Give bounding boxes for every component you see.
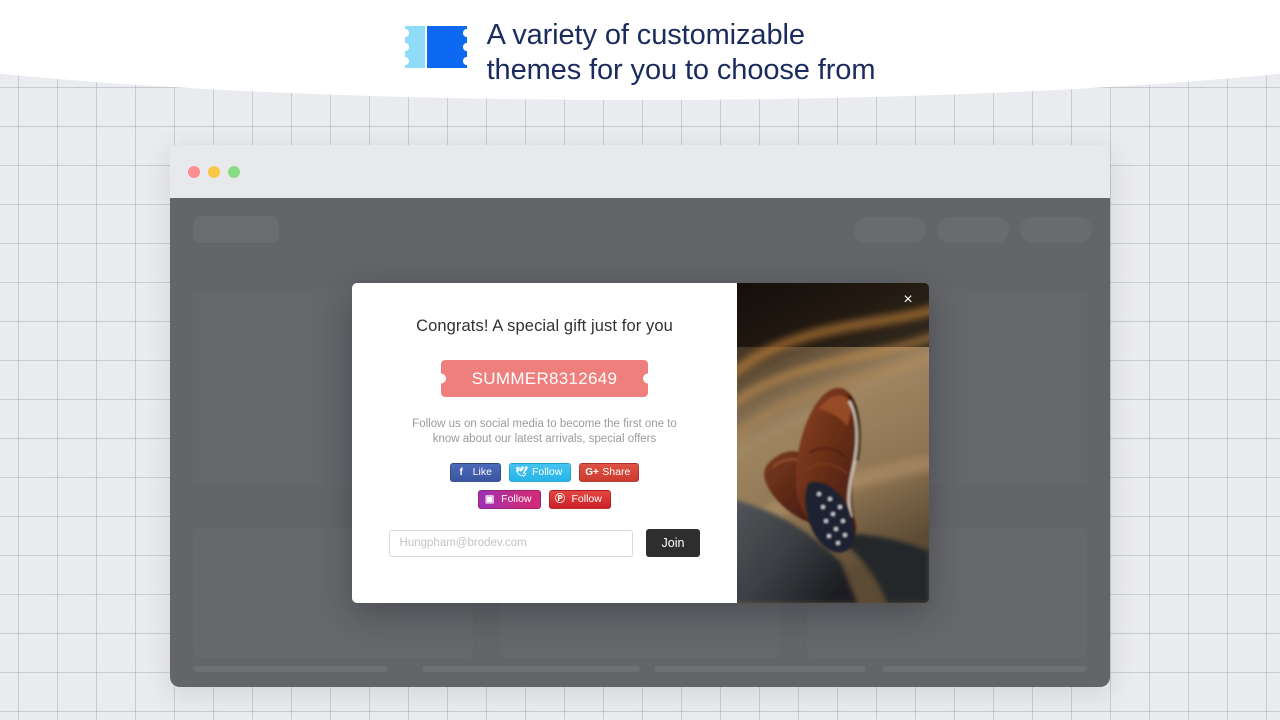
ticket-icon	[404, 26, 467, 68]
page-title-line-1: A variety of customizable	[486, 19, 805, 51]
promo-modal-title: Congrats! A special gift just for you	[416, 317, 673, 335]
googleplus-icon: G+	[585, 466, 599, 478]
ticket-icon-back-shape	[404, 26, 425, 68]
window-minimize-dot[interactable]	[208, 165, 220, 178]
shoes-photo-image	[737, 283, 929, 603]
nav-item-placeholder[interactable]	[854, 217, 926, 243]
headline-section: A variety of customizable themes for you…	[0, 18, 1280, 88]
subscribe-form: Join	[378, 529, 711, 557]
pinterest-follow-label: Follow	[571, 493, 602, 506]
close-icon[interactable]: ×	[897, 289, 919, 311]
email-input[interactable]	[388, 529, 633, 557]
page-title-line-2: themes for you to choose from	[486, 54, 876, 86]
browser-titlebar	[170, 145, 1110, 198]
window-maximize-dot[interactable]	[228, 165, 240, 178]
promo-modal-photo: ×	[737, 283, 929, 603]
twitter-follow-button[interactable]: 🕊 Follow	[508, 463, 572, 482]
twitter-follow-label: Follow	[531, 466, 563, 479]
footer-line-placeholder	[654, 666, 866, 672]
footer-line-placeholder	[422, 666, 640, 672]
page-root: A variety of customizable themes for you…	[0, 0, 1280, 720]
promo-modal: Congrats! A special gift just for you SU…	[352, 283, 929, 603]
social-buttons-row-1: f Like 🕊 Follow G+ Share	[378, 463, 711, 482]
site-logo-placeholder	[193, 216, 279, 243]
instagram-follow-button[interactable]: ▣ Follow	[478, 490, 541, 509]
promo-modal-content: Congrats! A special gift just for you SU…	[352, 283, 737, 603]
googleplus-share-label: Share	[602, 466, 631, 479]
instagram-follow-label: Follow	[501, 493, 532, 506]
pinterest-follow-button[interactable]: Ⓟ Follow	[548, 490, 611, 509]
join-button[interactable]: Join	[645, 529, 701, 557]
facebook-like-label: Like	[472, 466, 492, 479]
footer-line-placeholder	[882, 666, 1087, 672]
googleplus-share-button[interactable]: G+ Share	[579, 463, 640, 482]
instagram-icon: ▣	[484, 493, 495, 505]
coupon-code-text: SUMMER8312649	[471, 368, 618, 388]
page-title: A variety of customizable themes for you…	[487, 18, 876, 88]
pinterest-icon: Ⓟ	[555, 493, 565, 505]
nav-item-placeholder[interactable]	[937, 217, 1009, 243]
promo-modal-subtitle: Follow us on social media to become the …	[412, 418, 677, 445]
facebook-like-button[interactable]: f Like	[449, 463, 501, 482]
coupon-code-ticket[interactable]: SUMMER8312649	[441, 360, 648, 397]
footer-line-placeholder	[193, 666, 388, 672]
facebook-icon: f	[459, 466, 463, 478]
twitter-icon: 🕊	[514, 466, 528, 478]
social-buttons-row-2: ▣ Follow Ⓟ Follow	[378, 490, 711, 509]
window-close-dot[interactable]	[188, 165, 200, 178]
nav-item-placeholder[interactable]	[1020, 217, 1092, 243]
ticket-icon-front-shape	[426, 26, 467, 68]
